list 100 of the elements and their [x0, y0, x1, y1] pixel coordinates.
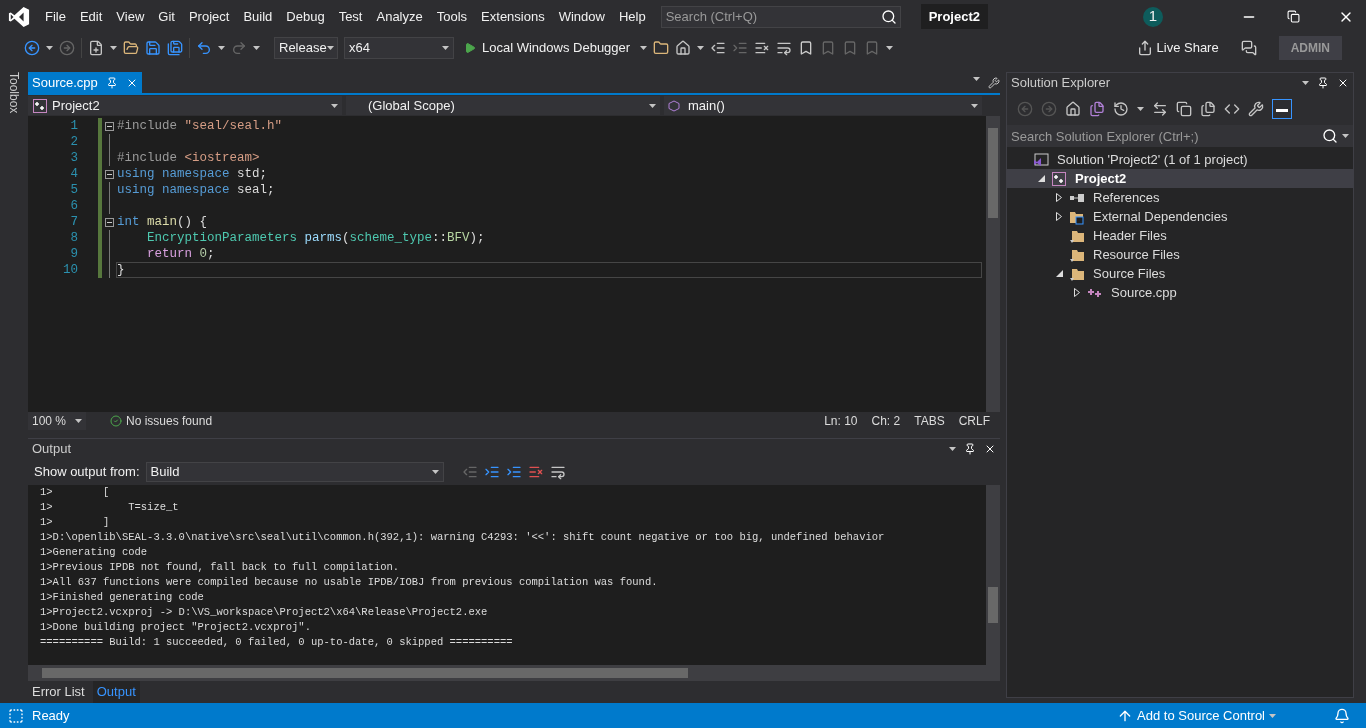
menu-item[interactable]: Analyze: [369, 6, 430, 27]
scrollbar[interactable]: [986, 116, 1000, 412]
tree-item[interactable]: Resource Files: [1007, 245, 1353, 264]
output-line: 1> T=size_t: [40, 500, 180, 515]
close-icon[interactable]: [1337, 77, 1349, 89]
feedback-icon[interactable]: [1240, 39, 1257, 56]
panel-tab[interactable]: Error List: [28, 681, 89, 703]
member-dropdown[interactable]: main(): [664, 96, 982, 115]
menu-item[interactable]: Git: [151, 6, 182, 27]
folder-search-icon[interactable]: [653, 39, 670, 56]
cursor-column[interactable]: Ch: 2: [871, 412, 901, 430]
output-source-dropdown[interactable]: Build: [145, 462, 444, 482]
menu-item[interactable]: Project: [181, 6, 237, 27]
tree-item[interactable]: References: [1007, 188, 1353, 207]
horizontal-scrollbar[interactable]: [28, 665, 1000, 681]
new-file-icon[interactable]: [88, 39, 104, 56]
scrollbar-thumb[interactable]: [988, 128, 998, 218]
code-line: int main() {: [116, 214, 209, 230]
expanded-arrow-icon[interactable]: [1055, 270, 1063, 277]
tree-item[interactable]: Header Files: [1007, 226, 1353, 245]
tree-item[interactable]: Project2: [1007, 169, 1353, 188]
search-field[interactable]: Search Solution Explorer (Ctrl+;): [1007, 125, 1353, 147]
panel-tab[interactable]: Output: [92, 681, 140, 703]
switch-views-icon[interactable]: [1089, 101, 1105, 117]
home-icon[interactable]: [675, 39, 692, 56]
panel-title: Output: [32, 440, 72, 459]
menu-item[interactable]: File: [38, 6, 73, 27]
expanded-arrow-icon[interactable]: [1037, 175, 1045, 182]
go-to-message-icon[interactable]: [461, 464, 478, 480]
scrollbar-thumb[interactable]: [988, 587, 998, 623]
zoom-dropdown[interactable]: 100 %: [28, 412, 86, 430]
collapsed-arrow-icon[interactable]: [1056, 212, 1062, 221]
toolbox-tab[interactable]: Toolbox: [5, 72, 23, 114]
clear-all-icon[interactable]: [527, 464, 544, 480]
menu-item[interactable]: Window: [551, 6, 612, 27]
indent-mode[interactable]: TABS: [914, 412, 945, 430]
preview-toggle[interactable]: [1272, 99, 1292, 119]
menu-item[interactable]: Build: [236, 6, 280, 27]
close-icon[interactable]: [984, 443, 996, 455]
sync-icon[interactable]: [1152, 101, 1168, 117]
scrollbar[interactable]: [986, 485, 1000, 665]
cursor-line[interactable]: Ln: 10: [824, 412, 858, 430]
forward-icon[interactable]: [59, 39, 75, 56]
panel-title: Solution Explorer: [1011, 74, 1110, 93]
pin-icon[interactable]: [964, 443, 976, 455]
scope-dropdown[interactable]: (Global Scope): [346, 96, 660, 115]
issues-status[interactable]: No issues found: [126, 412, 213, 430]
search-field[interactable]: Search (Ctrl+Q): [660, 5, 901, 28]
show-all-files-icon[interactable]: [1200, 101, 1216, 117]
menu-item[interactable]: Help: [611, 6, 653, 27]
collapse-icon[interactable]: [104, 217, 114, 227]
collapsed-arrow-icon[interactable]: [1074, 288, 1080, 297]
notifications-icon[interactable]: [1334, 707, 1350, 724]
configuration-dropdown[interactable]: Release: [274, 36, 338, 59]
tree-item[interactable]: External Dependencies: [1007, 207, 1353, 226]
output-line: ========== Build: 1 succeeded, 0 failed, 0 up-to-date, 0 skipped ==========: [40, 635, 514, 650]
menu-item[interactable]: Debug: [279, 6, 332, 27]
platform-dropdown[interactable]: x64: [344, 36, 454, 59]
notification-badge[interactable]: 1: [1143, 6, 1163, 27]
back-icon[interactable]: [24, 39, 40, 56]
search-icon[interactable]: [1322, 128, 1338, 144]
collapse-all-icon[interactable]: [1176, 101, 1192, 117]
menu-item[interactable]: Extensions: [474, 6, 552, 27]
collapse-icon[interactable]: [104, 121, 114, 131]
properties-icon[interactable]: [1248, 101, 1264, 117]
scrollbar-thumb[interactable]: [42, 668, 688, 678]
menu-item[interactable]: View: [109, 6, 152, 27]
undo-icon[interactable]: [196, 39, 212, 56]
collapsed-arrow-icon[interactable]: [1056, 193, 1062, 202]
tree-item[interactable]: Source Files: [1007, 264, 1353, 283]
live-share-button[interactable]: Live Share: [1136, 37, 1219, 58]
pin-icon[interactable]: [1317, 77, 1329, 89]
project-dropdown[interactable]: Project2: [28, 96, 342, 115]
code-icon[interactable]: [1224, 101, 1240, 117]
word-wrap-icon[interactable]: [549, 464, 566, 480]
search-icon[interactable]: [880, 8, 897, 25]
previous-message-icon[interactable]: [483, 464, 500, 480]
next-message-icon[interactable]: [505, 464, 522, 480]
restore-icon[interactable]: [1287, 10, 1300, 23]
line-ending[interactable]: CRLF: [958, 412, 990, 430]
account-button[interactable]: ADMIN: [1278, 35, 1342, 60]
tree-item[interactable]: Solution 'Project2' (1 of 1 project): [1007, 150, 1353, 169]
save-icon[interactable]: [145, 39, 161, 56]
source-control-button[interactable]: Add to Source Control: [1137, 705, 1265, 726]
collapse-icon[interactable]: [104, 169, 114, 179]
save-all-icon[interactable]: [167, 39, 183, 56]
menu-item[interactable]: Edit: [72, 6, 110, 27]
menu-item[interactable]: Tools: [429, 6, 475, 27]
output-line: 1>Finished generating code: [40, 590, 205, 605]
output-line: 1>D:\openlib\SEAL-3.3.0\native\src\seal\util\common.h(392,1): warning C4293: '<<': shift count negative or too big, undefined behavior: [40, 530, 886, 545]
caret-icon: [431, 470, 439, 474]
menu-item[interactable]: Test: [331, 6, 370, 27]
pending-changes-icon[interactable]: [1113, 101, 1129, 117]
settings-icon[interactable]: [988, 77, 1000, 89]
tree-item-label: External Dependencies: [1093, 207, 1228, 226]
open-folder-icon[interactable]: [123, 39, 139, 56]
tree-item[interactable]: Source.cpp: [1007, 283, 1353, 302]
debugger-button[interactable]: Local Windows Debugger: [460, 37, 635, 58]
share-icon: [1136, 39, 1153, 56]
home-icon[interactable]: [1065, 101, 1081, 117]
